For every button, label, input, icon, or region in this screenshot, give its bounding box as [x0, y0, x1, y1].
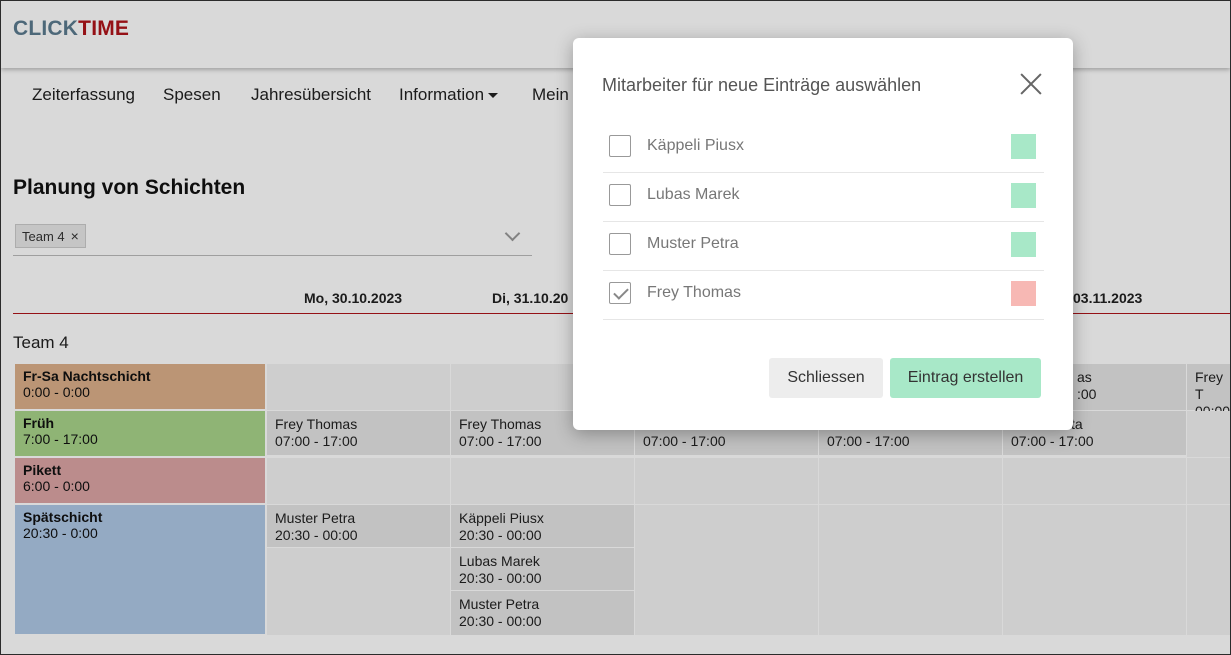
- employee-row[interactable]: Frey Thomas: [603, 270, 1044, 320]
- employee-color-swatch: [1011, 232, 1036, 257]
- employee-name: Frey Thomas: [647, 284, 741, 301]
- close-button[interactable]: Schliessen: [769, 358, 883, 398]
- employee-checkbox-checked[interactable]: [609, 282, 631, 304]
- dialog-title: Mitarbeiter für neue Einträge auswählen: [602, 75, 922, 95]
- employee-color-swatch: [1011, 281, 1036, 306]
- close-icon[interactable]: [1019, 72, 1043, 96]
- employee-row[interactable]: Muster Petra: [603, 221, 1044, 271]
- employee-name: Muster Petra: [647, 235, 739, 252]
- employee-checkbox[interactable]: [609, 184, 631, 206]
- employee-color-swatch: [1011, 183, 1036, 208]
- employee-checkbox[interactable]: [609, 135, 631, 157]
- employee-color-swatch: [1011, 134, 1036, 159]
- create-entry-button[interactable]: Eintrag erstellen: [890, 358, 1041, 398]
- employee-name: Käppeli Piusx: [647, 137, 744, 154]
- employee-row[interactable]: Käppeli Piusx: [603, 123, 1044, 173]
- employee-name: Lubas Marek: [647, 186, 740, 203]
- select-employees-dialog: Mitarbeiter für neue Einträge auswählen …: [573, 38, 1073, 430]
- employee-row[interactable]: Lubas Marek: [603, 172, 1044, 222]
- employee-checkbox[interactable]: [609, 233, 631, 255]
